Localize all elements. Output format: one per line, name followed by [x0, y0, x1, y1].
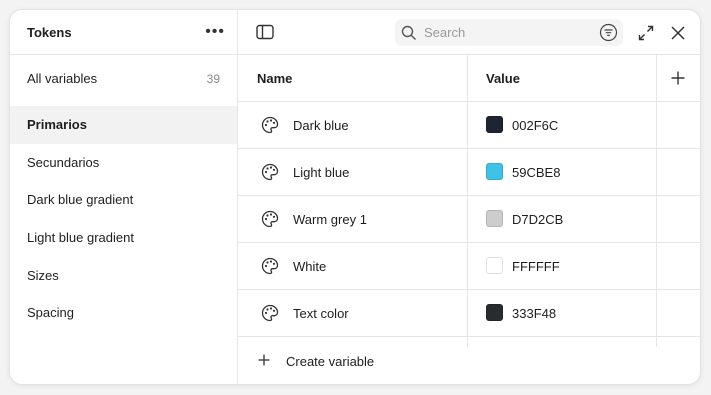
- variable-value[interactable]: D7D2CB: [512, 212, 563, 227]
- variable-value[interactable]: 333F48: [512, 306, 556, 321]
- variable-name[interactable]: Warm grey 1: [293, 212, 367, 227]
- variable-row[interactable]: Text color 333F48: [238, 290, 700, 337]
- palette-icon: [261, 163, 279, 181]
- sidebar-header: Tokens •••: [10, 10, 237, 55]
- variable-value[interactable]: 002F6C: [512, 118, 558, 133]
- variable-row[interactable]: Dark blue 002F6C: [238, 102, 700, 149]
- collection-item-sizes[interactable]: Sizes: [10, 256, 237, 294]
- variable-name[interactable]: White: [293, 259, 326, 274]
- sidebar-title: Tokens: [27, 24, 72, 40]
- expand-icon[interactable]: [638, 25, 654, 41]
- variable-row[interactable]: White FFFFFF: [238, 243, 700, 290]
- collection-item-dark-blue-gradient[interactable]: Dark blue gradient: [10, 181, 237, 219]
- all-variables-label: All variables: [27, 71, 98, 86]
- toolbar: [238, 10, 700, 55]
- add-column-icon[interactable]: [671, 71, 685, 85]
- search-input[interactable]: [422, 24, 586, 41]
- filter-icon[interactable]: [599, 23, 618, 42]
- collection-label: Sizes: [27, 267, 59, 283]
- collection-label: Spacing: [27, 305, 74, 321]
- collection-label: Light blue gradient: [27, 230, 134, 246]
- create-variable-label: Create variable: [286, 354, 375, 369]
- variable-name[interactable]: Light blue: [293, 165, 349, 180]
- collection-item-spacing[interactable]: Spacing: [10, 294, 237, 332]
- variables-table-area: Name Value Dark blue 002F6C Light: [238, 10, 700, 384]
- variable-value[interactable]: FFFFFF: [512, 259, 560, 274]
- all-variables-count: 39: [206, 71, 220, 86]
- color-swatch[interactable]: [486, 163, 503, 180]
- sidebar-toggle-icon[interactable]: [256, 24, 274, 40]
- column-header-name: Name: [257, 71, 293, 86]
- variable-name[interactable]: Dark blue: [293, 118, 349, 133]
- collection-list: Primarios Secundarios Dark blue gradient…: [10, 102, 237, 332]
- variable-name[interactable]: Text color: [293, 306, 349, 321]
- color-swatch[interactable]: [486, 116, 503, 133]
- variable-value[interactable]: 59CBE8: [512, 165, 560, 180]
- palette-icon: [261, 116, 279, 134]
- search-field[interactable]: [395, 19, 623, 46]
- collection-label: Secundarios: [27, 154, 100, 170]
- variable-row[interactable]: Warm grey 1 D7D2CB: [238, 196, 700, 243]
- collection-item-primarios[interactable]: Primarios: [10, 106, 237, 144]
- palette-icon: [261, 210, 279, 228]
- palette-icon: [261, 257, 279, 275]
- plus-icon: [258, 354, 270, 366]
- collection-label: Dark blue gradient: [27, 192, 134, 208]
- variables-panel: Tokens ••• All variables 39 Primarios Se…: [10, 10, 700, 384]
- variable-row[interactable]: Light blue 59CBE8: [238, 149, 700, 196]
- close-icon[interactable]: [670, 25, 686, 41]
- collections-sidebar: Tokens ••• All variables 39 Primarios Se…: [10, 10, 238, 384]
- collection-label: Primarios: [27, 117, 87, 133]
- search-icon: [401, 25, 416, 40]
- create-variable-button[interactable]: Create variable: [238, 337, 700, 384]
- color-swatch[interactable]: [486, 304, 503, 321]
- color-swatch[interactable]: [486, 210, 503, 227]
- collection-item-light-blue-gradient[interactable]: Light blue gradient: [10, 219, 237, 257]
- palette-icon: [261, 304, 279, 322]
- column-header-value: Value: [486, 71, 520, 86]
- color-swatch[interactable]: [486, 257, 503, 274]
- table-header: Name Value: [238, 55, 700, 102]
- more-options-button[interactable]: •••: [205, 23, 225, 41]
- all-variables-item[interactable]: All variables 39: [10, 55, 237, 102]
- collection-item-secundarios[interactable]: Secundarios: [10, 144, 237, 182]
